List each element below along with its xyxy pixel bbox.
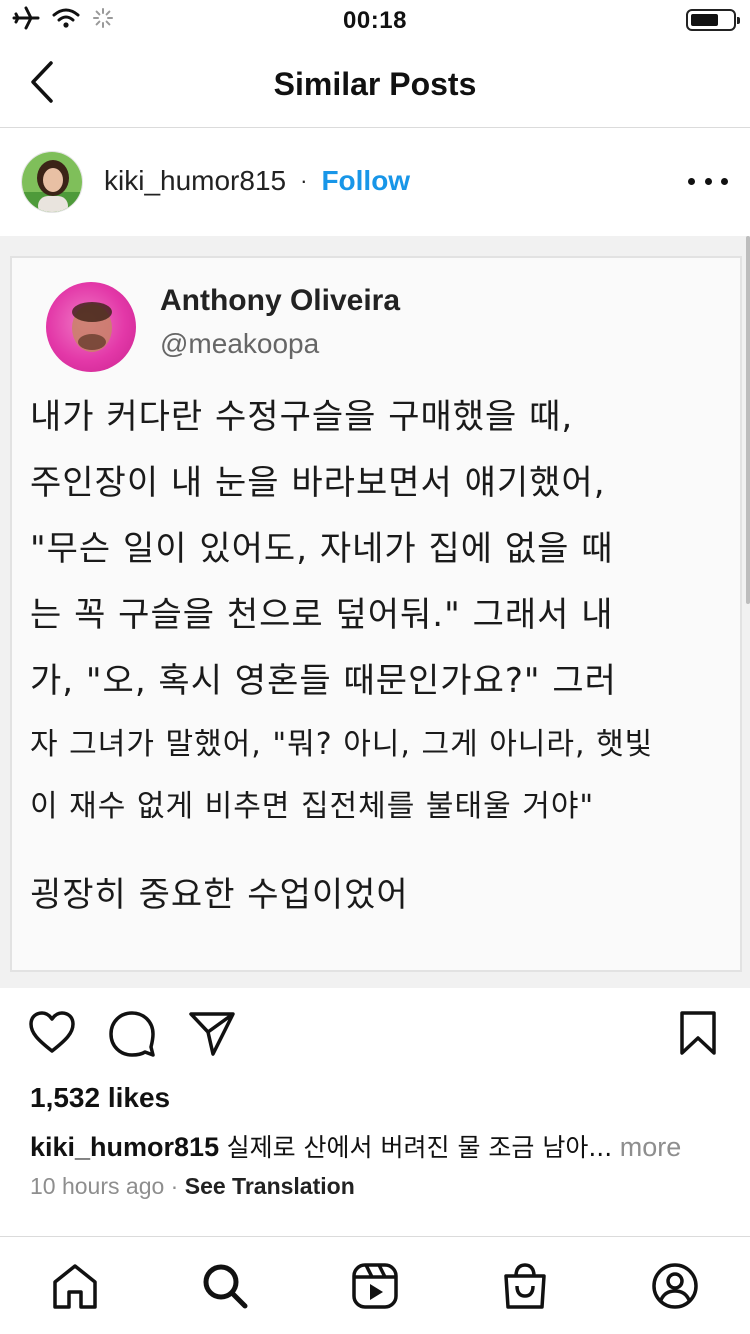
save-button[interactable] (678, 1010, 718, 1061)
post-time-ago: 10 hours ago (30, 1173, 165, 1199)
tweet-line: 주인장이 내 눈을 바라보면서 얘기했어, (30, 463, 606, 503)
tweet-screenshot: Anthony Oliveira @meakoopa 내가 커다란 수정구슬을 … (10, 256, 742, 972)
tweet-author-handle: @meakoopa (160, 328, 320, 359)
tab-shop[interactable] (500, 1261, 550, 1311)
tab-search[interactable] (200, 1261, 250, 1311)
follow-button[interactable]: Follow (321, 165, 410, 197)
bottom-tab-bar (0, 1236, 750, 1334)
comment-button[interactable] (108, 1010, 156, 1063)
tweet-line: "무슨 일이 있어도, 자네가 집에 없을 때 (30, 529, 614, 569)
share-icon (189, 1012, 235, 1056)
home-icon (53, 1264, 97, 1309)
tweet-line: 자 그녀가 말했어, "뭐? 아니, 그게 아니라, 햇빛 (30, 727, 654, 762)
status-bar: 00:18 (0, 0, 750, 40)
heart-icon (29, 1011, 75, 1053)
separator-dot: · (300, 168, 308, 193)
post-username[interactable]: kiki_humor815 (104, 165, 286, 197)
tab-home[interactable] (50, 1261, 100, 1311)
post-actions (0, 1004, 750, 1064)
tweet-line: 는 꼭 구슬을 천으로 덮어둬." 그래서 내 (30, 595, 614, 635)
search-icon (203, 1264, 248, 1309)
tab-reels[interactable] (350, 1261, 400, 1311)
tweet-author-name: Anthony Oliveira (160, 284, 401, 317)
bookmark-icon (680, 1011, 716, 1055)
page-title: Similar Posts (273, 66, 477, 102)
reels-icon (352, 1263, 398, 1309)
see-translation-link[interactable]: See Translation (185, 1173, 355, 1199)
caption-text: 실제로 산에서 버려진 물 조금 남아... (226, 1133, 613, 1162)
tweet-body: 내가 커다란 수정구슬을 구매했을 때, 주인장이 내 눈을 바라보면서 얘기했… (30, 384, 730, 928)
post-image[interactable]: Anthony Oliveira @meakoopa 내가 커다란 수정구슬을 … (0, 236, 750, 988)
meta-separator: · (170, 1173, 179, 1199)
likes-count[interactable]: 1,532 likes (30, 1082, 170, 1114)
tweet-line: 이 재수 없게 비추면 집전체를 불태울 거야" (30, 789, 595, 824)
post-header-line: kiki_humor815 · Follow (104, 165, 410, 197)
tweet-line: 내가 커다란 수정구슬을 구매했을 때, (30, 397, 574, 437)
tab-profile[interactable] (650, 1261, 700, 1311)
more-horizontal-icon (688, 177, 695, 185)
shop-icon (504, 1263, 546, 1309)
navigation-header: Similar Posts (0, 40, 750, 128)
status-time: 00:18 (343, 7, 407, 34)
tweet-line: 가, "오, 혹시 영혼들 때문인가요?" 그러 (30, 661, 617, 701)
post-meta: 10 hours ago · See Translation (30, 1173, 355, 1200)
like-button[interactable] (28, 1010, 76, 1059)
scrollbar[interactable] (746, 236, 750, 604)
post-caption: kiki_humor815 실제로 산에서 버려진 물 조금 남아... mor… (30, 1128, 681, 1164)
caption-more-link[interactable]: more (620, 1132, 682, 1162)
post-header: kiki_humor815 · Follow (0, 129, 750, 235)
user-avatar[interactable] (21, 151, 83, 213)
more-options-button[interactable] (688, 171, 728, 191)
caption-username[interactable]: kiki_humor815 (30, 1132, 219, 1162)
comment-icon (109, 1011, 155, 1057)
profile-icon (652, 1263, 698, 1309)
battery-icon (686, 9, 740, 31)
share-button[interactable] (188, 1010, 236, 1061)
tweet-line: 굉장히 중요한 수업이었어 (30, 875, 409, 915)
tweet-avatar (46, 282, 136, 372)
